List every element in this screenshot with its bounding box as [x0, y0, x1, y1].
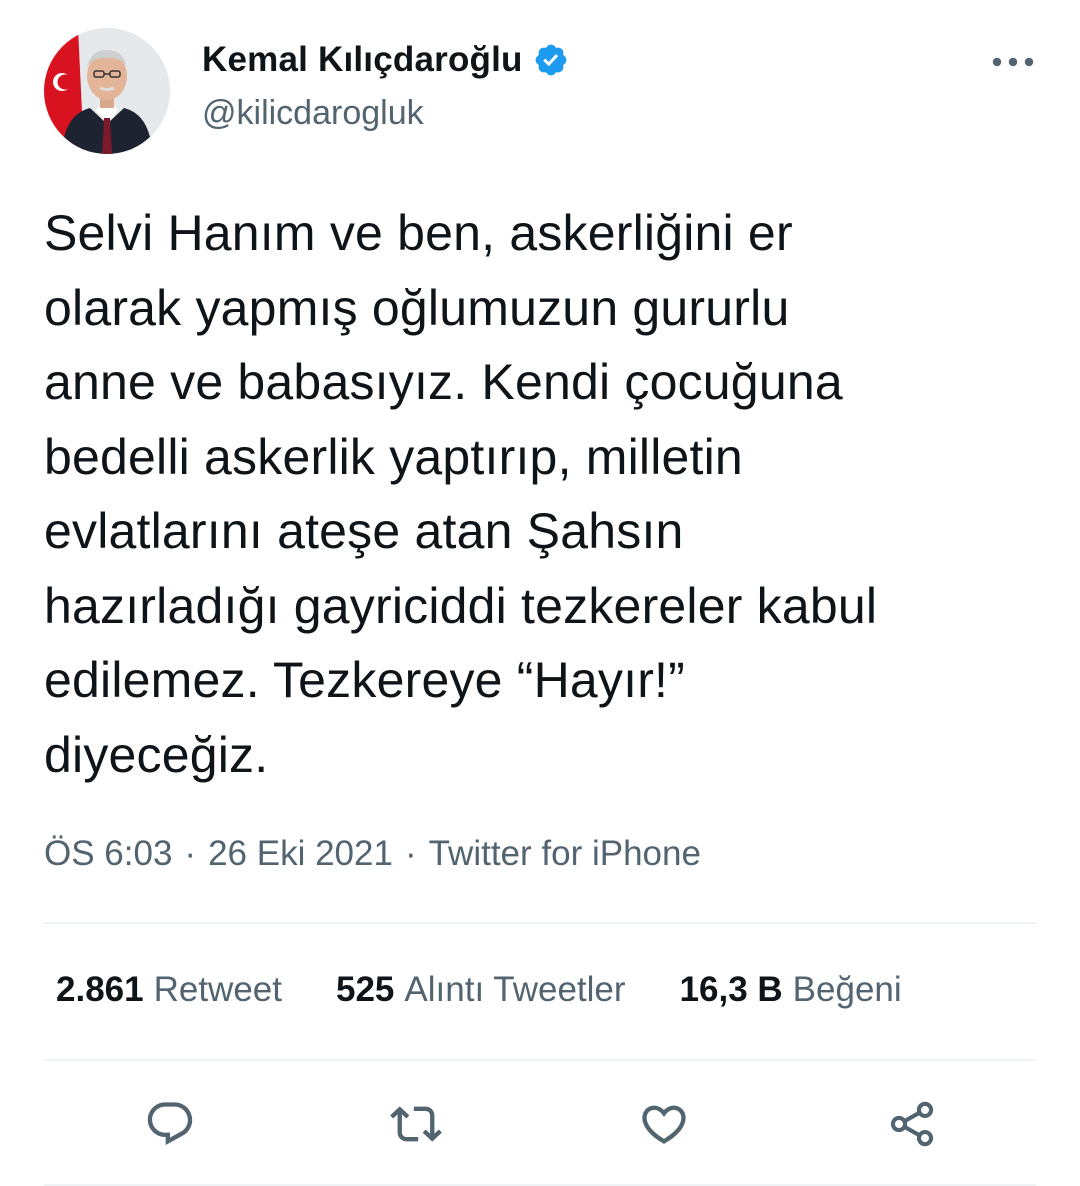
tweet-time[interactable]: ÖS 6:03 [44, 834, 172, 873]
like-icon [642, 1105, 686, 1144]
tweet-detail: Kemal Kılıçdaroğlu @kilicdarogluk Selvi … [0, 0, 1080, 1186]
divider [44, 1059, 1036, 1061]
like-stat[interactable]: 16,3 B Beğeni [680, 970, 902, 1010]
tweet-source[interactable]: Twitter for iPhone [429, 834, 701, 873]
divider [44, 922, 1036, 924]
share-icon [890, 1101, 934, 1147]
user-handle[interactable]: @kilicdarogluk [202, 94, 424, 133]
quote-label: Alıntı Tweetler [404, 970, 626, 1009]
like-count: 16,3 B [679, 970, 783, 1009]
quote-count: 525 [336, 970, 395, 1009]
retweet-label: Retweet [153, 970, 282, 1009]
meta-separator: · [184, 834, 197, 873]
author-name-row[interactable]: Kemal Kılıçdaroğlu [202, 40, 569, 80]
retweet-icon [390, 1106, 442, 1142]
retweet-button[interactable] [386, 1094, 446, 1154]
reply-button[interactable] [140, 1094, 200, 1154]
share-button[interactable] [882, 1094, 942, 1154]
tweet-date[interactable]: 26 Eki 2021 [208, 834, 393, 873]
like-label: Beğeni [792, 970, 902, 1009]
more-icon [992, 57, 1034, 67]
avatar[interactable] [44, 28, 170, 154]
tweet-text: Selvi Hanım ve ben, askerliğini er olara… [44, 205, 878, 783]
engagement-stats: 2.861 Retweet 525 Alıntı Tweetler 16,3 B Be… [56, 970, 902, 1010]
meta-separator: · [404, 834, 417, 873]
like-button[interactable] [634, 1094, 694, 1154]
retweet-stat[interactable]: 2.861 Retweet [56, 970, 282, 1010]
more-options-button[interactable] [988, 44, 1038, 80]
quote-stat[interactable]: 525 Alıntı Tweetler [336, 970, 626, 1010]
display-name[interactable]: Kemal Kılıçdaroğlu [202, 40, 523, 80]
tweet-metadata: ÖS 6:03 · 26 Eki 2021 · Twitter for iPhone [44, 834, 701, 874]
avatar-image [44, 28, 170, 154]
retweet-count: 2.861 [56, 970, 144, 1009]
verified-badge-icon [535, 44, 566, 76]
reply-icon [147, 1102, 193, 1146]
